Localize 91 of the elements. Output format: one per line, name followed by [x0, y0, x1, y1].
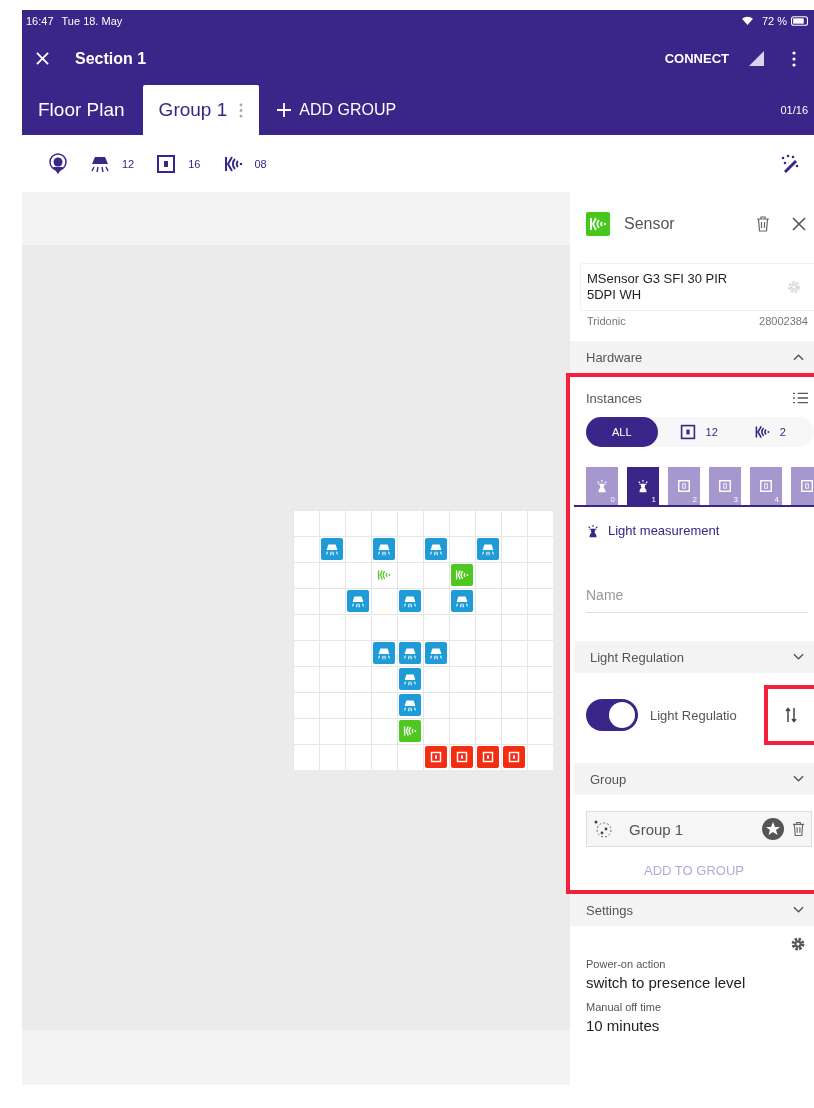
lamp-tile[interactable]: [373, 642, 395, 664]
close-icon[interactable]: [792, 216, 806, 231]
setting-value: switch to presence level: [586, 974, 747, 991]
status-date: Tue 18. May: [61, 15, 123, 27]
lamp-tile[interactable]: [399, 694, 421, 716]
list-icon[interactable]: [793, 392, 808, 404]
setting-value: 10 minutes: [586, 1017, 661, 1034]
filter-chip[interactable]: 2: [739, 417, 800, 447]
section-header[interactable]: Light Regulation: [574, 641, 814, 673]
switch-tile[interactable]: [477, 746, 499, 768]
device-count: 16: [188, 157, 201, 170]
chevron-icon: [793, 653, 804, 661]
section-header[interactable]: Settings: [570, 894, 814, 926]
product-name: MSensor G3 SFI 30 PIR 5DPI WH: [587, 271, 729, 303]
trash-icon[interactable]: [792, 821, 805, 837]
more-menu-icon[interactable]: [792, 50, 796, 67]
sort-arrows-icon[interactable]: [785, 707, 797, 723]
instance-tile[interactable]: [791, 467, 814, 505]
section-title: Section 1: [75, 49, 147, 68]
lamp-tile[interactable]: [321, 538, 343, 560]
setting-label: Power-on action: [586, 958, 667, 970]
group-card[interactable]: Group 1: [586, 811, 812, 847]
switch-icon: [677, 479, 691, 493]
product-card[interactable]: MSensor G3 SFI 30 PIR 5DPI WH: [580, 263, 814, 311]
group-name: Group 1: [629, 820, 684, 838]
instance-number: 0: [610, 495, 615, 504]
lamp-tile[interactable]: [425, 642, 447, 664]
light-sensor-icon: [595, 479, 609, 493]
manufacturer: Tridonic: [587, 315, 626, 327]
battery-icon: [791, 16, 808, 26]
toggle-switch[interactable]: [586, 699, 638, 731]
device-count: 08: [254, 157, 267, 170]
tab[interactable]: Floor Plan: [22, 85, 141, 135]
tab[interactable]: Group 1: [142, 85, 260, 135]
instance-number: 1: [651, 495, 656, 504]
instance-number: 2: [692, 495, 697, 504]
filter-chip[interactable]: 12: [665, 417, 732, 447]
sensor-icon: [586, 211, 610, 236]
page-counter: 01/16: [780, 104, 808, 116]
light-sensor-icon: [636, 479, 650, 493]
instances-label: Instances: [586, 390, 642, 406]
switch-icon: [718, 479, 732, 493]
section-title: Hardware: [586, 349, 643, 365]
switch-icon[interactable]: [156, 153, 177, 174]
setting-label: Manual off time: [586, 1001, 662, 1013]
switch-tile[interactable]: [451, 746, 473, 768]
switch-icon: [679, 424, 696, 440]
location-pin-icon[interactable]: [48, 152, 68, 175]
section-header[interactable]: Group: [574, 763, 814, 795]
lamp-tile[interactable]: [399, 642, 421, 664]
lamp-tile[interactable]: [477, 538, 499, 560]
sensor-tile[interactable]: [451, 564, 473, 586]
filter-chip[interactable]: ALL: [586, 417, 658, 447]
wifi-icon: [740, 16, 754, 26]
switch-icon: [759, 479, 773, 493]
article-number: 28002384: [759, 315, 808, 327]
trash-icon[interactable]: [756, 215, 770, 232]
magic-wand-icon[interactable]: [780, 153, 800, 174]
dotted-circle-icon: [593, 819, 613, 839]
sensor-icon: [753, 424, 770, 440]
settings-icon[interactable]: [790, 936, 806, 952]
chevron-icon: [793, 775, 804, 783]
instance-type: Light measurement: [608, 523, 720, 538]
lamp-tile[interactable]: [399, 668, 421, 690]
lamp-tile[interactable]: [373, 538, 395, 560]
lamp-tile[interactable]: [399, 590, 421, 612]
section-header[interactable]: Hardware: [570, 341, 814, 373]
chevron-icon: [793, 906, 804, 914]
battery-percent: 72 %: [761, 15, 787, 27]
panel-title: Sensor: [624, 214, 675, 233]
section-title: Group: [590, 771, 627, 787]
plus-icon: [277, 103, 292, 117]
instance-tile[interactable]: 1: [627, 467, 659, 505]
switch-tile[interactable]: [503, 746, 525, 768]
device-count: 12: [122, 157, 135, 170]
switch-tile[interactable]: [425, 746, 447, 768]
instance-number: 4: [774, 495, 779, 504]
switch-icon: [800, 479, 814, 493]
status-time: 16:47: [26, 15, 54, 27]
lamp-tile[interactable]: [425, 538, 447, 560]
toggle-label: Light Regulatio: [650, 707, 737, 723]
signal-icon: [749, 51, 764, 66]
lamp-tile[interactable]: [451, 590, 473, 612]
instance-number: 3: [733, 495, 738, 504]
add-group-button[interactable]: ADD GROUP: [267, 85, 407, 135]
section-title: Light Regulation: [590, 649, 684, 665]
connect-button[interactable]: CONNECT: [662, 47, 731, 70]
section-title: Settings: [586, 902, 633, 918]
light-sensor-icon: [586, 523, 600, 538]
sensor-tile[interactable]: [399, 720, 421, 742]
lamp-tile[interactable]: [347, 590, 369, 612]
